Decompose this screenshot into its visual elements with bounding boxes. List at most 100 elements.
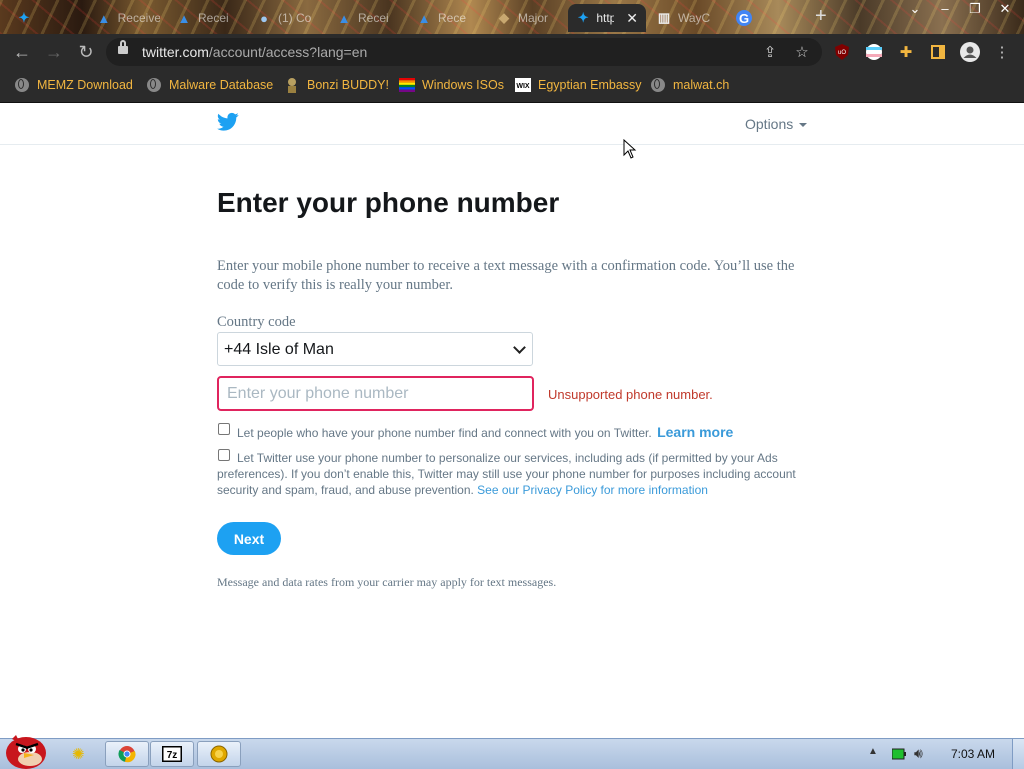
chat-icon: ●	[260, 10, 268, 26]
tab-label: (1) Co	[278, 11, 312, 25]
profile-avatar-icon[interactable]	[960, 42, 980, 62]
archive-icon: ▥	[657, 10, 671, 25]
next-button[interactable]: Next	[217, 522, 281, 555]
url-path: /account/access?lang=en	[208, 44, 368, 60]
taskbar: ✺ 7z ▲ 🔊︎ 7:03 AM	[0, 735, 1024, 769]
bookmark-label: Windows ISOs	[422, 78, 504, 92]
bookmark-label: MEMZ Download	[37, 78, 133, 92]
address-bar[interactable]: twitter.com/account/access?lang=en ⇪ ☆	[106, 38, 822, 66]
twitter-topbar: Options	[0, 103, 1024, 145]
share-icon[interactable]: ⇪	[760, 42, 780, 62]
puzzle-icon: ◆	[499, 10, 509, 25]
angry-birds-start-icon[interactable]	[2, 729, 50, 769]
tab-label: Rece	[438, 11, 467, 25]
chrome-icon	[118, 746, 136, 763]
forward-arrow-icon[interactable]: →	[42, 40, 66, 64]
bookmark-label: Egyptian Embassy	[538, 78, 642, 92]
new-tab-button[interactable]: +	[815, 6, 827, 26]
side-panel-icon[interactable]	[928, 42, 948, 62]
country-code-label: Country code	[217, 314, 296, 330]
taskbar-chrome[interactable]	[105, 741, 149, 767]
bookmark-malwatch[interactable]: malwat.ch	[650, 77, 729, 93]
tab-6[interactable]: ▲ Rece	[408, 4, 488, 32]
globe-icon	[14, 77, 30, 93]
flag-extension-icon[interactable]	[864, 42, 884, 62]
bookmarks-bar: MEMZ Download Malware Database Bonzi BUD…	[0, 70, 1024, 103]
google-icon: G	[736, 10, 752, 26]
menu-kebab-icon[interactable]: ⋮	[992, 42, 1012, 62]
tab-1[interactable]: ✦	[8, 4, 88, 32]
tab-strip: ✦ ▲ Receive ▲ Recei ● (1) Co ▲ Recei ▲ R…	[0, 0, 1024, 34]
chevron-down-icon	[513, 341, 526, 354]
twitter-icon: ✦	[18, 10, 30, 25]
svg-text:7z: 7z	[167, 750, 178, 761]
mouse-cursor-icon	[623, 139, 637, 159]
lock-icon[interactable]	[118, 40, 128, 54]
taskbar-7zip[interactable]: 7z	[150, 741, 194, 767]
battery-icon[interactable]	[892, 748, 906, 760]
windows-flag-icon	[399, 77, 415, 93]
tab-label: Receive	[117, 11, 160, 25]
maximize-button[interactable]: ❐	[960, 0, 990, 18]
privacy-policy-link[interactable]: See our Privacy Policy for more informat…	[477, 483, 708, 497]
tab-label: Recei	[198, 11, 229, 25]
url-text[interactable]: twitter.com/account/access?lang=en	[142, 44, 367, 60]
show-desktop-button[interactable]	[1012, 739, 1024, 769]
bookmark-windows-isos[interactable]: Windows ISOs	[399, 77, 504, 93]
page-title: Enter your phone number	[217, 187, 560, 218]
tab-active[interactable]: ✦ http ✕	[568, 4, 646, 32]
close-window-button[interactable]: ✕	[990, 0, 1020, 18]
minimize-button[interactable]: –	[930, 0, 960, 18]
discoverability-checkbox[interactable]	[218, 423, 230, 435]
azure-icon: ▲	[337, 10, 351, 26]
tab-search-icon[interactable]: ⌄	[900, 0, 930, 18]
folder-sun-icon[interactable]: ✺	[72, 745, 85, 763]
learn-more-link[interactable]: Learn more	[657, 424, 733, 440]
globe-icon	[146, 77, 162, 93]
tab-2[interactable]: ▲ Receive	[88, 4, 168, 32]
options-dropdown[interactable]: Options	[745, 116, 808, 132]
bookmark-label: malwat.ch	[673, 78, 730, 92]
country-code-select[interactable]: +44 Isle of Man	[217, 332, 533, 366]
bookmark-label: Malware Database	[169, 78, 274, 92]
twitter-icon: ✦	[577, 10, 589, 25]
bonzi-icon	[284, 77, 300, 93]
reload-icon[interactable]: ↻	[74, 40, 98, 64]
tab-10[interactable]: G	[728, 4, 808, 32]
twitter-bird-icon[interactable]	[217, 112, 239, 132]
bookmark-malware-database[interactable]: Malware Database	[146, 77, 273, 93]
coin-icon	[210, 745, 228, 763]
tray-expand-icon[interactable]: ▲	[868, 746, 878, 757]
discoverability-label: Let people who have your phone number fi…	[237, 424, 733, 440]
tab-4[interactable]: ● (1) Co	[248, 4, 328, 32]
svg-text:WIX: WIX	[516, 83, 530, 90]
country-code-value: +44 Isle of Man	[224, 341, 334, 358]
tab-3[interactable]: ▲ Recei	[168, 4, 248, 32]
tab-7[interactable]: ◆ Major	[488, 4, 568, 32]
bookmark-memz-download[interactable]: MEMZ Download	[14, 77, 133, 93]
page-content: Options Enter your phone number Enter yo…	[0, 103, 1024, 738]
azure-icon: ▲	[417, 10, 431, 26]
bookmark-bonzi-buddy[interactable]: Bonzi BUDDY!	[284, 77, 389, 93]
personalization-label: Let Twitter use your phone number to per…	[217, 450, 807, 498]
phone-number-input[interactable]	[217, 376, 534, 411]
tab-5[interactable]: ▲ Recei	[328, 4, 408, 32]
wix-icon: WIX	[515, 77, 531, 93]
carrier-rates-note: Message and data rates from your carrier…	[217, 575, 557, 589]
back-arrow-icon[interactable]: ←	[10, 40, 34, 64]
svg-text:uO: uO	[838, 50, 846, 56]
taskbar-app[interactable]	[197, 741, 241, 767]
tab-9[interactable]: ▥ WayC	[648, 4, 728, 32]
taskbar-clock[interactable]: 7:03 AM	[951, 747, 995, 761]
7zip-icon: 7z	[162, 746, 182, 762]
volume-icon[interactable]: 🔊︎	[914, 745, 923, 762]
ublock-icon[interactable]: uO	[832, 42, 852, 62]
options-label: Options	[745, 116, 794, 132]
bookmark-label: Bonzi BUDDY!	[307, 78, 389, 92]
extensions-puzzle-icon[interactable]: ✚	[896, 42, 916, 62]
tab-label: http	[596, 11, 615, 25]
bookmark-egyptian-embassy[interactable]: WIX Egyptian Embassy	[515, 77, 642, 93]
bookmark-star-icon[interactable]: ☆	[792, 42, 812, 62]
caret-down-icon	[799, 123, 808, 128]
close-tab-icon[interactable]: ✕	[626, 10, 638, 27]
